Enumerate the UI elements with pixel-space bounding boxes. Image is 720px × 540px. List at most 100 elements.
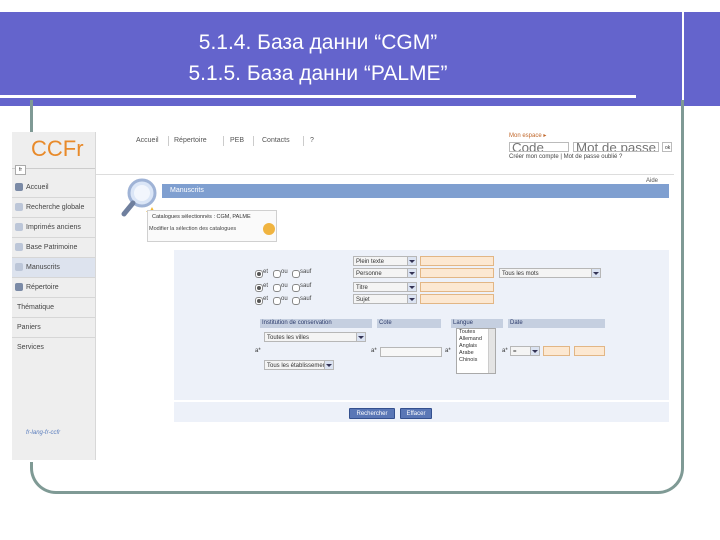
radio-ou[interactable] (273, 270, 281, 278)
nav-link-repertoire[interactable]: Répertoire (174, 137, 207, 144)
sidebar-item-services[interactable]: Services (12, 338, 95, 357)
sidebar-item-label: Recherche globale (26, 204, 85, 211)
radio-et[interactable] (255, 284, 263, 292)
sidebar-footer-link[interactable]: fr-lang-fr-ccfr (26, 430, 60, 436)
login-code-input[interactable] (509, 142, 569, 152)
radio-label: sauf (300, 283, 312, 289)
reset-button[interactable]: Effacer (400, 408, 432, 419)
field-select-value: Sujet (356, 297, 370, 303)
field-select[interactable]: Sujet (353, 294, 417, 304)
date-operator-select[interactable]: = (510, 346, 540, 356)
login-password-input[interactable] (573, 142, 659, 152)
sidebar: CCFr fr Accueil Recherche globale Imprim… (12, 132, 96, 460)
search-button[interactable]: Rechercher (349, 408, 395, 419)
sidebar-item-recherche-globale[interactable]: Recherche globale (12, 198, 95, 218)
chevron-down-icon (530, 347, 539, 355)
nav-link-contacts[interactable]: Contacts (262, 137, 290, 144)
prefix-label: a* (445, 348, 451, 354)
date-to-input[interactable] (574, 346, 605, 356)
catalogue-panel: Catalogues sélectionnés : CGM, PALME Mod… (147, 210, 277, 242)
radio-sauf[interactable] (292, 297, 300, 305)
sidebar-item-paniers[interactable]: Paniers (12, 318, 95, 338)
nav-link-accueil[interactable]: Accueil (136, 137, 159, 144)
radio-label: sauf (300, 269, 312, 275)
nav-separator (303, 136, 304, 146)
radio-sauf[interactable] (292, 284, 300, 292)
slide-title: 5.1.4. База данни “CGM” 5.1.5. База данн… (0, 27, 636, 89)
website-screenshot: CCFr fr Accueil Recherche globale Imprim… (12, 132, 674, 462)
field-select[interactable]: Personne (353, 268, 417, 278)
language-badge[interactable]: fr (15, 165, 26, 175)
magnifier-icon (15, 263, 23, 271)
institution-select[interactable]: Toutes les villes (264, 332, 366, 342)
slide-title-line-2: 5.1.5. База данни “PALME” (188, 62, 448, 85)
sidebar-item-label: Thématique (17, 304, 54, 311)
sidebar-item-manuscrits[interactable]: Manuscrits (12, 258, 95, 278)
header-rule (96, 174, 674, 175)
radio-label: et (263, 283, 269, 289)
login-ok-button[interactable]: ok (662, 142, 672, 152)
slide-title-line-1: 5.1.4. База данни “CGM” (198, 31, 438, 54)
criteria-row: et ou sauf (255, 295, 355, 306)
search-term-input[interactable] (420, 282, 494, 292)
radio-et[interactable] (255, 297, 263, 305)
login-links[interactable]: Créer mon compte | Mot de passe oublié ? (509, 154, 622, 160)
radio-ou[interactable] (273, 284, 281, 292)
search-term-input[interactable] (420, 294, 494, 304)
magnifier-icon (15, 243, 23, 251)
field-select[interactable]: Plein texte (353, 256, 417, 266)
sidebar-item-accueil[interactable]: Accueil (12, 178, 95, 198)
sidebar-item-label: Répertoire (26, 284, 59, 291)
search-term-input[interactable] (420, 256, 494, 266)
fonds-select[interactable]: Tous les établissements (264, 360, 334, 370)
match-mode-select[interactable]: Tous les mots (499, 268, 601, 278)
field-select-value: Personne (356, 271, 382, 277)
nav-link-help[interactable]: ? (310, 137, 314, 144)
cote-input[interactable] (380, 347, 442, 357)
sidebar-item-base-patrimoine[interactable]: Base Patrimoine (12, 238, 95, 258)
login-title[interactable]: Mon espace ▸ (509, 132, 546, 139)
radio-et[interactable] (255, 270, 263, 278)
criteria-row: et ou sauf (255, 282, 355, 293)
chevron-down-icon (407, 257, 416, 265)
ccfr-logo[interactable]: CCFr (31, 136, 84, 162)
langue-listbox[interactable]: Toutes Allemand Anglais Arabe Chinois (456, 328, 496, 374)
cote-header: Cote (377, 319, 441, 328)
sidebar-item-thematique[interactable]: Thématique (12, 298, 95, 318)
fonds-select-value: Tous les établissements (267, 363, 331, 369)
radio-ou[interactable] (273, 297, 281, 305)
date-from-input[interactable] (543, 346, 570, 356)
radio-sauf[interactable] (292, 270, 300, 278)
nav-separator (223, 136, 224, 146)
field-select[interactable]: Titre (353, 282, 417, 292)
nav-link-peb[interactable]: PEB (230, 137, 244, 144)
sidebar-item-label: Accueil (26, 184, 49, 191)
prefix-label: a* (502, 348, 508, 354)
catalogue-modify-link[interactable]: Modifier la sélection des catalogues (149, 226, 236, 232)
house-icon (15, 183, 23, 191)
listbox-scrollbar[interactable] (488, 329, 495, 373)
chevron-down-icon (356, 333, 365, 341)
slide-title-band-accent (682, 12, 720, 106)
sidebar-item-label: Manuscrits (26, 264, 60, 271)
sidebar-item-label: Imprimés anciens (26, 224, 81, 231)
langue-header: Langue (451, 319, 503, 328)
date-operator-value: = (513, 349, 517, 355)
star-icon[interactable] (263, 223, 275, 235)
nav-separator (168, 136, 169, 146)
radio-label: sauf (300, 296, 312, 302)
book-icon (15, 283, 23, 291)
chevron-down-icon (324, 361, 333, 369)
radio-label: ou (281, 283, 288, 289)
sidebar-item-imprimes-anciens[interactable]: Imprimés anciens (12, 218, 95, 238)
radio-label: et (263, 296, 269, 302)
search-term-input[interactable] (420, 268, 494, 278)
sidebar-item-repertoire[interactable]: Répertoire (12, 278, 95, 298)
login-box: Mon espace ▸ ok Créer mon compte | Mot d… (509, 132, 674, 164)
chevron-down-icon (591, 269, 600, 277)
catalogue-selected-label: Catalogues sélectionnés : CGM, PALME (152, 214, 251, 220)
section-header: Manuscrits (162, 184, 669, 198)
sidebar-item-label: Services (17, 344, 44, 351)
prefix-label: a* (371, 348, 377, 354)
sidebar-item-label: Base Patrimoine (26, 244, 78, 251)
